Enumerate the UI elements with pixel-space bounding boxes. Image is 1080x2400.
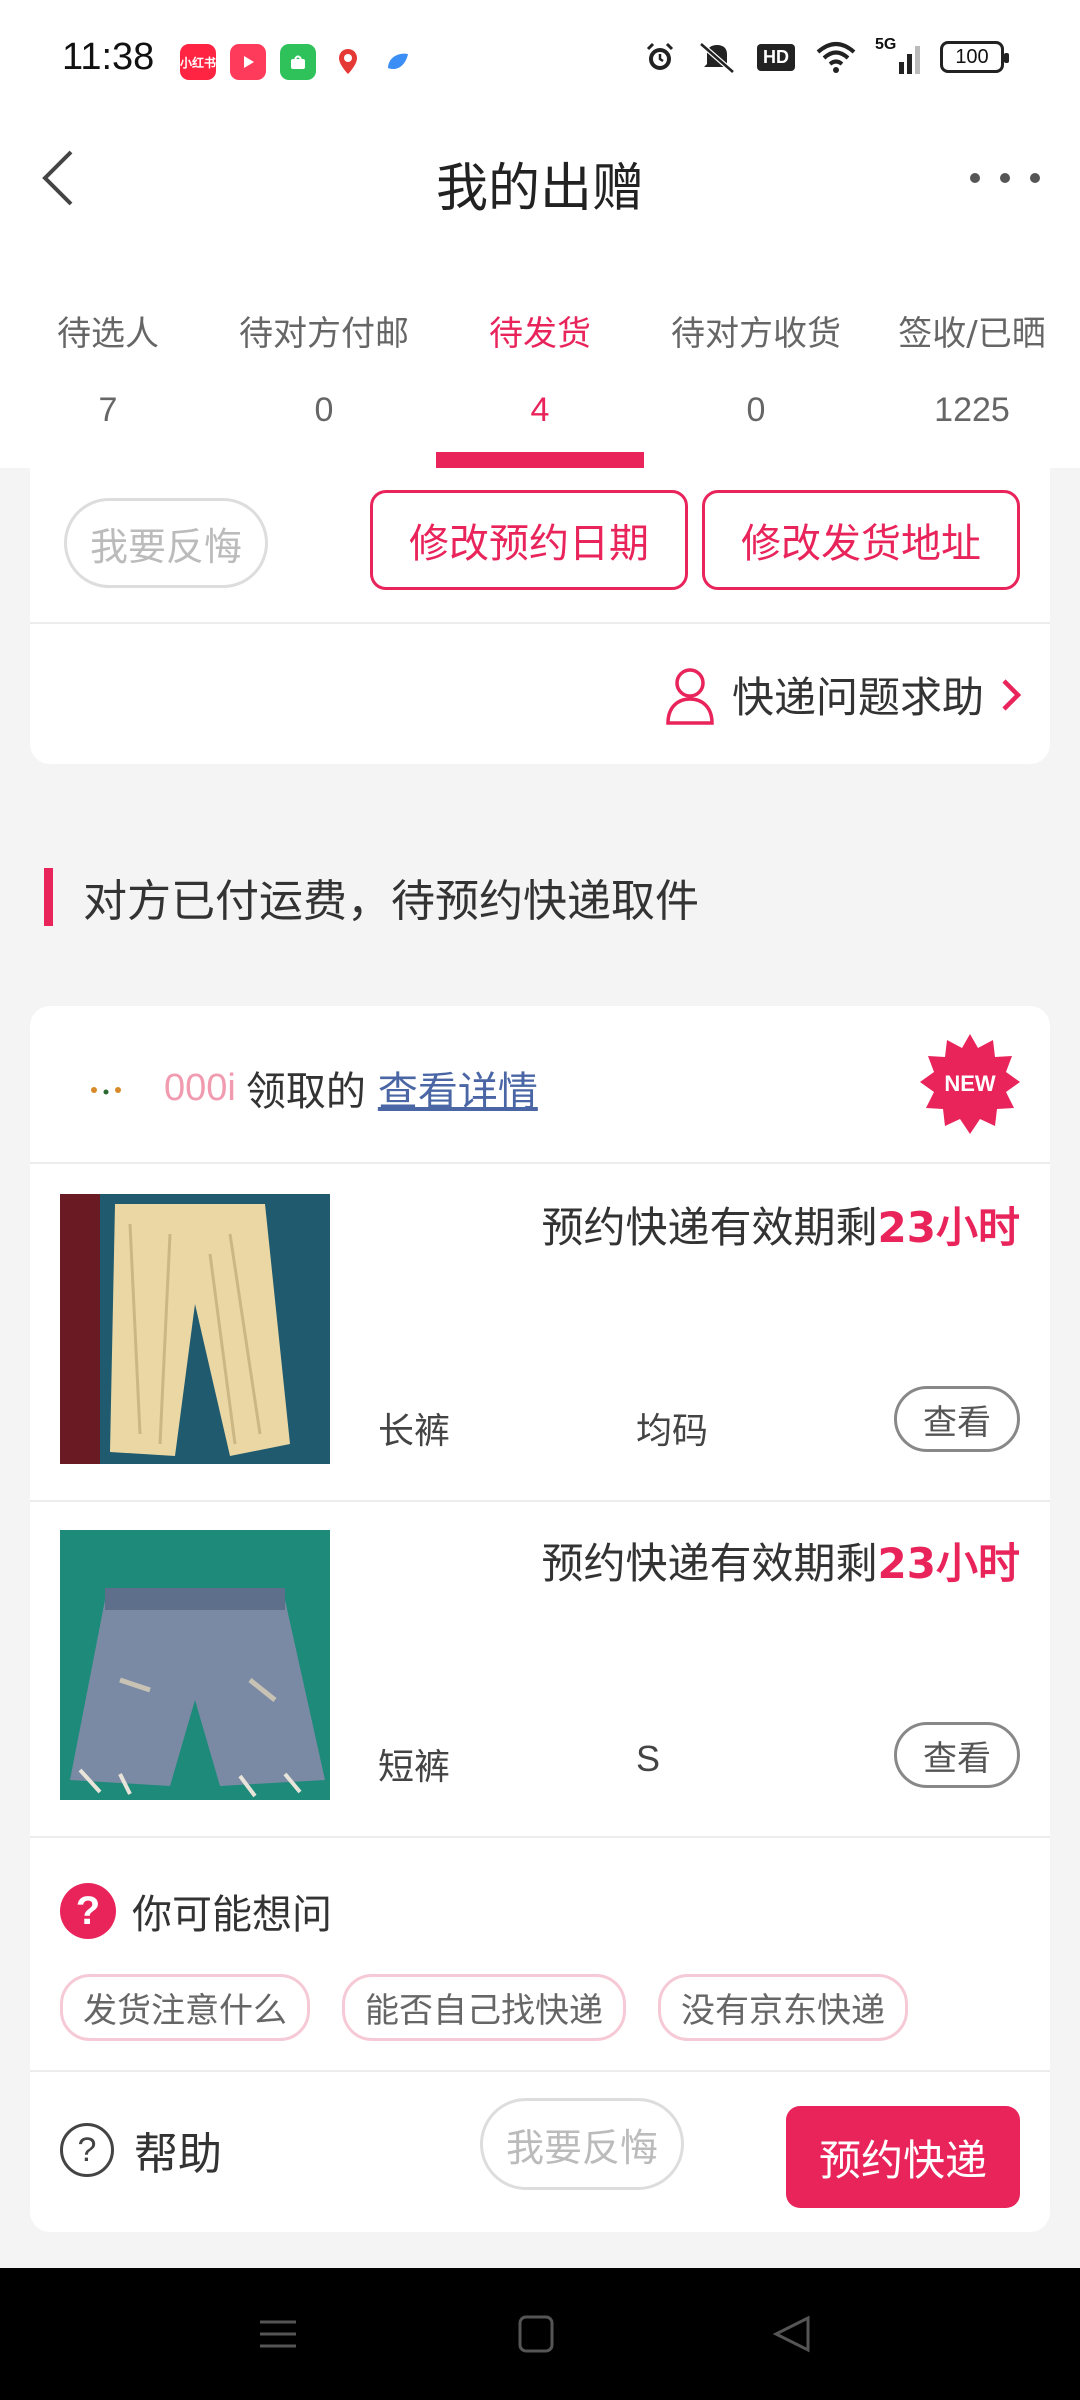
view-item-button[interactable]: 查看 — [894, 1722, 1020, 1788]
tab-count: 7 — [98, 391, 118, 429]
chevron-right-icon — [1002, 678, 1022, 711]
question-icon: ? — [60, 1883, 116, 1939]
section-header: 对方已付运费，待预约快递取件 — [44, 866, 699, 928]
person-icon — [666, 667, 714, 725]
signal-icon: 5G — [875, 36, 920, 74]
status-tabs: 待选人 7 待对方付邮 0 待发货 4 待对方收货 0 签收/已晒 1225 — [0, 240, 1080, 468]
battery-indicator: 100 — [940, 41, 1009, 73]
mute-icon — [699, 42, 735, 74]
tab-count: 4 — [530, 391, 550, 429]
courier-help-link[interactable]: 快递问题求助 — [664, 664, 1022, 725]
menu-icon[interactable] — [256, 2314, 300, 2354]
tab-label: 待对方付邮 — [239, 314, 409, 354]
card-divider — [30, 1836, 1050, 1838]
claimed-text: 领取的 — [245, 1069, 366, 1115]
page-title: 我的出赠 — [435, 159, 644, 219]
browser-app-icon — [380, 44, 416, 80]
change-address-button[interactable]: 修改发货地址 — [702, 490, 1020, 590]
gift-item: 预约快递有效期剩23小时 短裤 S 查看 — [30, 1500, 1050, 1836]
more-options-button[interactable] — [970, 158, 1040, 198]
help-button[interactable]: ? 帮助 — [60, 2118, 222, 2182]
tab-label: 签收/已晒 — [898, 314, 1046, 354]
courier-help-label: 快递问题求助 — [731, 673, 984, 722]
shop-app-icon — [280, 44, 316, 80]
regret-button[interactable]: 我要反悔 — [480, 2098, 684, 2190]
alarm-icon — [646, 42, 674, 70]
tab-signed-shared[interactable]: 签收/已晒 1225 — [864, 240, 1080, 468]
help-icon: ? — [60, 2123, 114, 2177]
new-badge-label: NEW — [944, 1071, 996, 1096]
tab-pending-shipment[interactable]: 待发货 4 — [432, 240, 648, 468]
section-accent-bar — [44, 868, 53, 926]
claim-info: 000i 领取的 查看详情 — [76, 1048, 538, 1128]
tab-label: 待对方收货 — [671, 314, 841, 354]
gift-item: 预约快递有效期剩23小时 长裤 均码 查看 — [30, 1164, 1050, 1500]
order-card: 000i 领取的 查看详情 NEW 预约快递有效期剩23小时 长裤 均码 查看 — [30, 1006, 1050, 2232]
more-dot-icon — [1000, 173, 1010, 183]
back-nav-icon[interactable] — [770, 2314, 814, 2354]
item-name: 长裤 — [378, 1411, 451, 1452]
item-size: S — [636, 1738, 661, 1779]
wifi-icon — [816, 42, 856, 73]
item-size: 均码 — [636, 1410, 709, 1451]
home-icon[interactable] — [514, 2314, 558, 2354]
item-photo-pants[interactable] — [60, 1194, 330, 1464]
tab-count: 0 — [746, 391, 766, 429]
previous-order-card: 我要反悔 修改预约日期 修改发货地址 快递问题求助 — [30, 468, 1050, 764]
system-nav-bar — [0, 2268, 1080, 2400]
view-details-link[interactable]: 查看详情 — [378, 1059, 538, 1117]
status-app-icons: 小红书 — [180, 44, 416, 80]
item-name: 短裤 — [378, 1747, 451, 1788]
user-avatar — [91, 1087, 121, 1095]
tab-label: 待选人 — [57, 314, 159, 354]
map-app-icon — [330, 44, 366, 80]
new-badge: NEW — [920, 1034, 1020, 1134]
status-time: 11:38 — [62, 36, 155, 78]
tab-count: 0 — [314, 391, 334, 429]
more-dot-icon — [1030, 173, 1040, 183]
more-dot-icon — [970, 173, 980, 183]
order-actions: ? 帮助 我要反悔 预约快递 — [30, 2070, 1050, 2232]
item-expiry: 预约快递有效期剩23小时 — [541, 1539, 1020, 1588]
faq-title: 你可能想问 — [132, 1892, 332, 1938]
claimer-username[interactable]: 000i — [164, 1067, 236, 1110]
help-label: 帮助 — [134, 2129, 222, 2180]
active-tab-indicator — [436, 452, 644, 468]
faq-tag-shipping-notes[interactable]: 发货注意什么 — [60, 1974, 310, 2041]
status-indicators: HD 5G 100 — [643, 36, 1009, 74]
faq-tag-own-courier[interactable]: 能否自己找快递 — [342, 1974, 626, 2041]
tab-pending-select[interactable]: 待选人 7 — [0, 240, 216, 468]
card-divider — [30, 622, 1050, 624]
tab-pending-postage[interactable]: 待对方付邮 0 — [216, 240, 432, 468]
hd-icon: HD — [757, 43, 795, 71]
xiaohongshu-app-icon: 小红书 — [180, 44, 216, 80]
status-bar: 11:38 小红书 HD 5G 100 — [0, 0, 1080, 120]
tab-pending-receipt[interactable]: 待对方收货 0 — [648, 240, 864, 468]
regret-button[interactable]: 我要反悔 — [64, 498, 268, 588]
item-photo-shorts[interactable] — [60, 1530, 330, 1800]
video-app-icon — [230, 44, 266, 80]
tab-count: 1225 — [934, 391, 1010, 429]
book-courier-button[interactable]: 预约快递 — [786, 2106, 1020, 2208]
section-title: 对方已付运费，待预约快递取件 — [83, 876, 699, 927]
change-date-button[interactable]: 修改预约日期 — [370, 490, 688, 590]
faq-tag-no-jd-courier[interactable]: 没有京东快递 — [658, 1974, 908, 2041]
app-header: 我的出赠 — [0, 120, 1080, 240]
item-expiry: 预约快递有效期剩23小时 — [541, 1203, 1020, 1252]
view-item-button[interactable]: 查看 — [894, 1386, 1020, 1452]
tab-label: 待发货 — [489, 314, 591, 354]
faq-tags: 发货注意什么 能否自己找快递 没有京东快递 — [60, 1974, 908, 2041]
faq-header: ? 你可能想问 — [60, 1882, 332, 1940]
